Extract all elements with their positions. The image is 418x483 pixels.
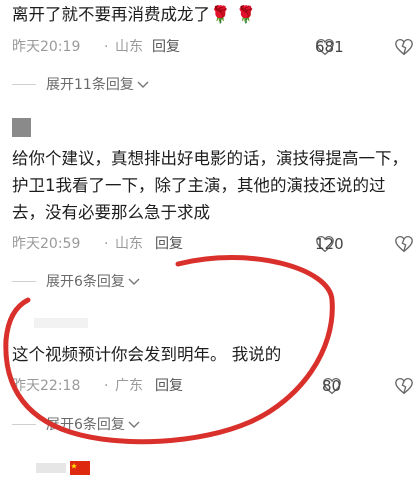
- like-count: 681: [315, 38, 344, 56]
- expand-label: 展开11条回复: [46, 77, 134, 93]
- like-button[interactable]: 120: [315, 233, 344, 255]
- like-button[interactable]: 681: [315, 36, 344, 58]
- dislike-outline-icon[interactable]: [394, 377, 414, 395]
- username-obscured: [36, 463, 66, 473]
- separator-dot: ·: [104, 378, 109, 394]
- reply-button[interactable]: 回复: [152, 36, 180, 58]
- chevron-down-icon: [128, 278, 140, 285]
- like-button[interactable]: 80: [322, 375, 342, 397]
- comment-location: 山东: [115, 236, 143, 252]
- comment-meta: 昨天22:18 · 广东 回复 80: [12, 375, 416, 397]
- expand-label: 展开6条回复: [46, 274, 125, 290]
- expand-divider: [12, 280, 36, 282]
- reply-button[interactable]: 回复: [155, 375, 183, 397]
- expand-replies-button[interactable]: 展开11条回复: [12, 73, 149, 95]
- expand-divider: [12, 83, 36, 85]
- expand-divider: [12, 423, 36, 425]
- comment-time: 昨天20:59: [12, 236, 81, 252]
- comment-text: 离开了就不要再消费成龙了🌹 🌹: [12, 5, 257, 24]
- avatar[interactable]: [12, 118, 31, 137]
- comment-location: 广东: [115, 378, 143, 394]
- comment-meta: 昨天20:19 · 山东 回复 681: [12, 36, 416, 58]
- like-count: 120: [315, 235, 344, 253]
- comment-meta: 昨天20:59 · 山东 回复 120: [12, 233, 416, 255]
- username-obscured: [34, 318, 88, 328]
- dislike-outline-icon[interactable]: [394, 235, 414, 253]
- chevron-down-icon: [137, 81, 149, 88]
- dislike-outline-icon[interactable]: [394, 38, 414, 56]
- expand-replies-button[interactable]: 展开6条回复: [12, 270, 140, 292]
- expand-replies-button[interactable]: 展开6条回复: [12, 413, 140, 435]
- comment-text: 这个视频预计你会发到明年。 我说的: [12, 345, 282, 364]
- reply-button[interactable]: 回复: [155, 233, 183, 255]
- next-comment-partial: [0, 455, 418, 483]
- flag-icon: [70, 461, 90, 475]
- comment-time: 昨天20:19: [12, 39, 81, 55]
- like-count: 80: [322, 377, 342, 395]
- comment-location: 山东: [115, 39, 143, 55]
- separator-dot: ·: [104, 236, 109, 252]
- expand-label: 展开6条回复: [46, 417, 125, 433]
- comment-time: 昨天22:18: [12, 378, 81, 394]
- comment-text: 给你个建议，真想排出好电影的话，演技得提高一下，护卫1我看了一下，除了主演，其他…: [12, 149, 408, 222]
- separator-dot: ·: [104, 39, 109, 55]
- chevron-down-icon: [128, 421, 140, 428]
